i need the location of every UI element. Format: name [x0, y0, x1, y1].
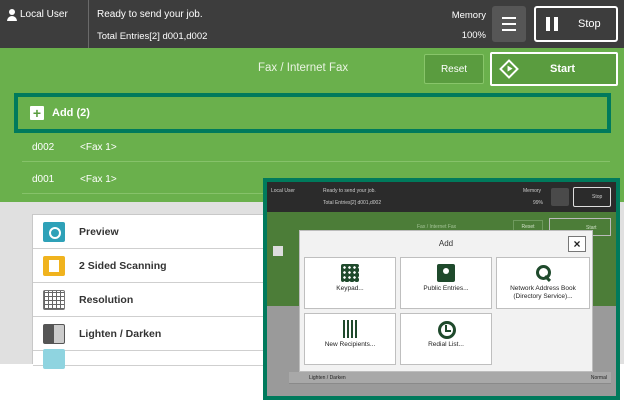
keypad-button[interactable]: Keypad...: [304, 257, 396, 309]
recipient-code: d001: [32, 174, 55, 185]
close-icon[interactable]: ×: [568, 236, 586, 252]
resolution-icon: [43, 290, 65, 310]
memory-label: Memory: [451, 10, 486, 21]
recipient-name: <Fax 1>: [80, 174, 117, 185]
inset-stop-button[interactable]: Stop: [573, 187, 611, 207]
tile-label: Redial List...: [428, 341, 464, 348]
recipient-code: d002: [32, 142, 55, 153]
feature-icon: [43, 348, 65, 369]
start-label: Start: [550, 63, 576, 75]
inset-status-bar: Local User Ready to send your job. Total…: [267, 182, 616, 212]
public-entries-button[interactable]: Public Entries...: [400, 257, 492, 309]
fax-screen: Local User Ready to send your job. Total…: [0, 0, 624, 405]
feature-lighten-darken[interactable]: Lighten / Darken: [33, 318, 281, 351]
inset-screenshot: Local User Ready to send your job. Total…: [263, 178, 620, 400]
menu-button[interactable]: [492, 6, 526, 42]
pause-icon: [546, 17, 558, 31]
total-entries: Total Entries[2] d001,d002: [97, 31, 208, 42]
local-user-button[interactable]: Local User: [7, 0, 87, 48]
two-sided-icon: [43, 256, 65, 276]
tile-label: Network Address Book (Directory Service)…: [510, 285, 576, 300]
tile-label: Keypad...: [336, 285, 364, 292]
feature-item-partial[interactable]: [33, 348, 281, 369]
redial-icon: [437, 320, 456, 339]
dialog-title: Add: [438, 239, 454, 248]
recipient-row[interactable]: d002 <Fax 1>: [22, 134, 610, 162]
inset-feature-row: Lighten / Darken Normal: [289, 372, 611, 384]
feature-label: 2 Sided Scanning: [79, 260, 167, 272]
inset-menu-button[interactable]: [551, 188, 569, 206]
keyboard-icon: [341, 320, 359, 338]
menu-icon: [502, 17, 516, 19]
feature-preview[interactable]: Preview: [33, 216, 281, 249]
stop-button[interactable]: Stop: [534, 6, 618, 42]
stop-label: Stop: [578, 18, 601, 30]
inset-plus-icon: [273, 246, 283, 256]
new-recipients-button[interactable]: New Recipients...: [304, 313, 396, 365]
divider: [88, 0, 89, 48]
plus-icon: +: [30, 106, 44, 120]
tile-label: New Recipients...: [324, 341, 376, 348]
status-bar: Local User Ready to send your job. Total…: [0, 0, 624, 48]
start-button[interactable]: Start: [490, 52, 618, 86]
user-label: Local User: [20, 9, 68, 20]
tile-label: Public Entries...: [423, 285, 469, 292]
recipient-name: <Fax 1>: [80, 142, 117, 153]
redial-list-button[interactable]: Redial List...: [400, 313, 492, 365]
feature-2-sided-scanning[interactable]: 2 Sided Scanning: [33, 250, 281, 283]
feature-resolution[interactable]: Resolution: [33, 284, 281, 317]
reset-button[interactable]: Reset: [424, 54, 484, 84]
address-book-icon: [437, 264, 455, 282]
search-icon: [534, 264, 552, 282]
preview-icon: [43, 222, 65, 242]
page-title: Fax / Internet Fax: [258, 62, 349, 74]
status-message: Ready to send your job.: [97, 9, 203, 20]
memory-value: 100%: [461, 30, 486, 41]
lighten-darken-icon: [43, 324, 65, 344]
add-recipient-button[interactable]: + Add (2): [14, 93, 611, 133]
user-icon: [7, 9, 17, 21]
keypad-icon: [341, 264, 359, 282]
add-dialog: Add × Keypad... Public Entries... Networ…: [299, 230, 593, 372]
add-label: Add (2): [52, 107, 90, 119]
feature-label: Preview: [79, 226, 119, 238]
start-icon: [499, 59, 519, 79]
network-address-book-button[interactable]: Network Address Book (Directory Service)…: [496, 257, 590, 309]
feature-label: Resolution: [79, 294, 134, 306]
feature-label: Lighten / Darken: [79, 328, 162, 340]
